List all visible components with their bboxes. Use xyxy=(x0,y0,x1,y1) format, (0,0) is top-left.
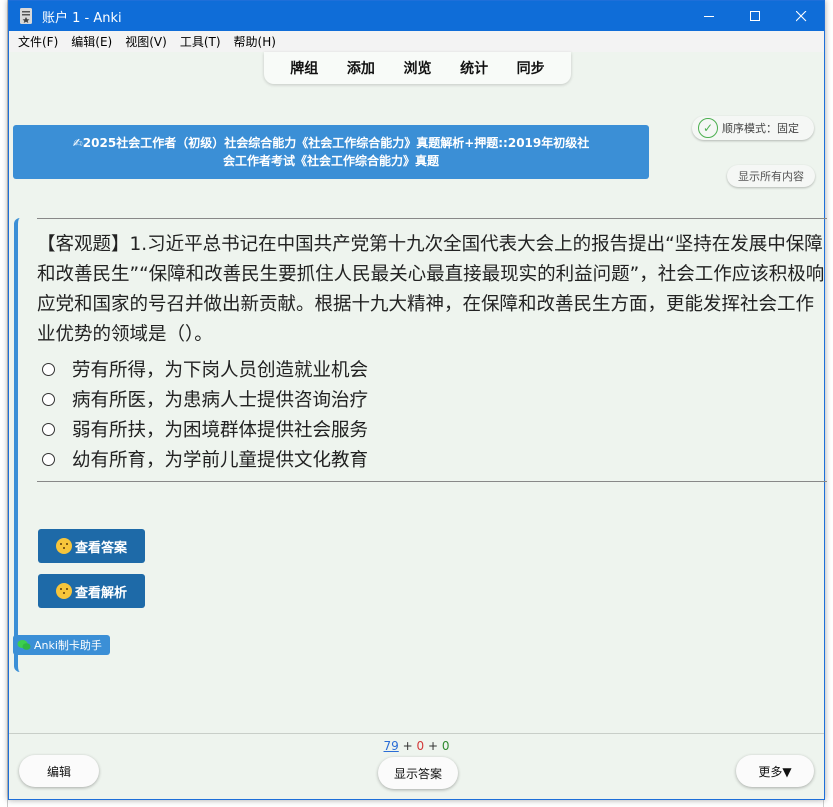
learn-count: 0 xyxy=(416,739,425,753)
order-mode-label: 顺序模式：固定 xyxy=(722,122,799,135)
menu-bar: 文件(F) 编辑(E) 视图(V) 工具(T) 帮助(H) xyxy=(9,31,824,52)
radio-button[interactable] xyxy=(42,362,55,376)
deck-title-banner: ✍2025社会工作者（初级）社会综合能力《社会工作综合能力》真题解析+押题::2… xyxy=(13,125,649,179)
review-area: 牌组 添加 浏览 统计 同步 ✍2025社会工作者（初级）社会综合能力《社会工作… xyxy=(9,52,827,733)
due-counts: 79 + 0 + 0 xyxy=(9,739,824,753)
menu-help[interactable]: 帮助(H) xyxy=(234,33,276,50)
show-all-label: 显示所有内容 xyxy=(738,170,804,183)
face-emoji-icon xyxy=(55,538,72,554)
maximize-button[interactable] xyxy=(732,1,778,31)
view-explanation-label: 查看解析 xyxy=(74,585,127,601)
show-answer-button[interactable]: 显示答案 xyxy=(378,757,458,789)
menu-tools[interactable]: 工具(T) xyxy=(180,33,221,50)
radio-button[interactable] xyxy=(42,422,55,436)
count-sep-1: + xyxy=(402,739,413,753)
show-all-button[interactable]: 显示所有内容 xyxy=(727,165,815,187)
window-title: 账户 1 - Anki xyxy=(42,10,122,26)
view-explanation-button[interactable]: 查看解析 xyxy=(38,574,145,608)
new-count: 79 xyxy=(383,739,399,753)
anki-helper-badge[interactable]: Anki制卡助手 xyxy=(13,635,110,655)
toolbar-add[interactable]: 添加 xyxy=(347,58,375,78)
thinking-emoji-icon xyxy=(55,583,72,599)
view-answer-label: 查看答案 xyxy=(74,540,127,556)
bottom-bar: 79 + 0 + 0 编辑 显示答案 更多▼ xyxy=(9,733,824,799)
option-item-c[interactable]: 弱有所扶，为困境群体提供社会服务 xyxy=(37,414,797,444)
count-sep-2: + xyxy=(427,739,439,753)
order-mode-toggle[interactable]: ✓ 顺序模式：固定 xyxy=(692,116,814,140)
radio-button[interactable] xyxy=(42,452,55,466)
view-answer-button[interactable]: 查看答案 xyxy=(38,529,145,563)
toolbar-sync[interactable]: 同步 xyxy=(517,58,545,78)
edit-button[interactable]: 编辑 xyxy=(19,755,99,787)
option-label: 病有所医，为患病人士提供咨询治疗 xyxy=(72,390,369,411)
review-count: 0 xyxy=(441,739,450,753)
more-label: 更多▼ xyxy=(758,764,792,779)
option-item-d[interactable]: 幼有所育，为学前儿童提供文化教育 xyxy=(37,444,797,474)
option-item-a[interactable]: 劳有所得，为下岗人员创造就业机会 xyxy=(37,354,797,384)
radio-button[interactable] xyxy=(42,392,55,406)
more-button[interactable]: 更多▼ xyxy=(736,755,814,787)
check-icon: ✓ xyxy=(698,118,718,138)
option-item-b[interactable]: 病有所医，为患病人士提供咨询治疗 xyxy=(37,384,797,414)
anki-window: 账户 1 - Anki 文件(F) 编辑(E) 视图(V) 工具(T) 帮助(H… xyxy=(8,0,827,800)
toolbar-decks[interactable]: 牌组 xyxy=(290,58,318,78)
edit-label: 编辑 xyxy=(46,764,71,779)
option-label: 弱有所扶，为困境群体提供社会服务 xyxy=(72,420,369,441)
title-bar[interactable]: 账户 1 - Anki xyxy=(9,1,824,31)
divider-top xyxy=(37,218,827,219)
toolbar-browse[interactable]: 浏览 xyxy=(403,58,431,78)
toolbar-stats[interactable]: 统计 xyxy=(460,58,488,78)
menu-file[interactable]: 文件(F) xyxy=(18,33,58,50)
close-button[interactable] xyxy=(778,1,824,31)
option-label: 幼有所育，为学前儿童提供文化教育 xyxy=(72,450,369,471)
menu-edit[interactable]: 编辑(E) xyxy=(71,33,112,50)
main-toolbar: 牌组 添加 浏览 统计 同步 xyxy=(264,52,571,84)
option-label: 劳有所得，为下岗人员创造就业机会 xyxy=(72,360,369,381)
options-list: 劳有所得，为下岗人员创造就业机会 病有所医，为患病人士提供咨询治疗 弱有所扶，为… xyxy=(37,354,797,474)
anki-app-icon xyxy=(18,8,34,24)
deck-title-line2: 会工作者考试《社会工作综合能力》真题 xyxy=(222,154,439,168)
divider-bottom xyxy=(37,481,827,482)
question-text: 【客观题】1.习近平总书记在中国共产党第十九次全国代表大会上的报告提出“坚持在发… xyxy=(37,234,825,345)
menu-view[interactable]: 视图(V) xyxy=(125,33,167,50)
wechat-icon xyxy=(17,640,31,650)
deck-title-line1: ✍2025社会工作者（初级）社会综合能力《社会工作综合能力》真题解析+押题::2… xyxy=(72,136,590,150)
question-card: 【客观题】1.习近平总书记在中国共产党第十九次全国代表大会上的报告提出“坚持在发… xyxy=(14,218,827,672)
minimize-button[interactable] xyxy=(686,1,732,31)
anki-helper-label: Anki制卡助手 xyxy=(34,639,102,652)
show-answer-label: 显示答案 xyxy=(393,766,442,781)
background-window-left xyxy=(0,0,8,807)
